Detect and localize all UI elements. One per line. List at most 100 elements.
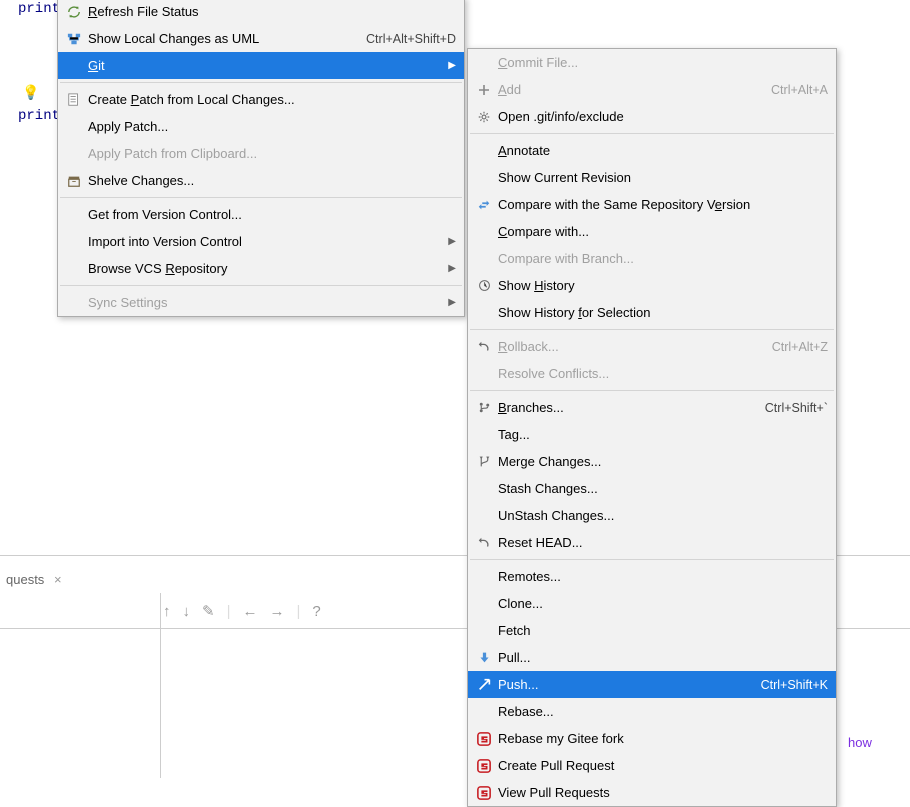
menu-item-label: Show History for Selection xyxy=(494,305,828,320)
menu-item-branches[interactable]: Branches...Ctrl+Shift+` xyxy=(468,394,836,421)
gear-icon xyxy=(474,110,494,124)
menu-item-label: Create Pull Request xyxy=(494,758,828,773)
menu-item-label: Clone... xyxy=(494,596,828,611)
menu-item-reset-head[interactable]: Reset HEAD... xyxy=(468,529,836,556)
menu-item-shelve-changes[interactable]: Shelve Changes... xyxy=(58,167,464,194)
submenu-arrow-icon: ▶ xyxy=(440,236,456,247)
menu-item-stash-changes[interactable]: Stash Changes... xyxy=(468,475,836,502)
menu-item-resolve-conflicts: Resolve Conflicts... xyxy=(468,360,836,387)
menu-item-label: Apply Patch from Clipboard... xyxy=(84,146,456,161)
menu-item-refresh-file-status[interactable]: Refresh File Status xyxy=(58,0,464,25)
menu-separator xyxy=(470,390,834,391)
menu-item-rebase[interactable]: Rebase... xyxy=(468,698,836,725)
menu-item-compare-with[interactable]: Compare with... xyxy=(468,218,836,245)
menu-item-compare-same-repo[interactable]: Compare with the Same Repository Version xyxy=(468,191,836,218)
menu-item-label: Refresh File Status xyxy=(84,4,456,19)
toolbar-right-icon[interactable]: → xyxy=(269,603,284,620)
menu-item-label: UnStash Changes... xyxy=(494,508,828,523)
tab-close-icon[interactable]: × xyxy=(54,572,62,587)
menu-item-view-pr[interactable]: View Pull Requests xyxy=(468,779,836,806)
menu-separator xyxy=(60,285,462,286)
menu-item-label: Open .git/info/exclude xyxy=(494,109,828,124)
plus-icon xyxy=(474,84,494,96)
gitee-icon xyxy=(474,759,494,773)
menu-item-label: Merge Changes... xyxy=(494,454,828,469)
bottom-toolbar: ↑ ↓ ✎ | ← → | ? xyxy=(163,593,321,629)
menu-item-fetch[interactable]: Fetch xyxy=(468,617,836,644)
menu-item-label: Apply Patch... xyxy=(84,119,456,134)
branch-icon xyxy=(474,401,494,414)
menu-item-show-current-revision[interactable]: Show Current Revision xyxy=(468,164,836,191)
menu-item-rebase-gitee[interactable]: Rebase my Gitee fork xyxy=(468,725,836,752)
menu-item-label: Rebase my Gitee fork xyxy=(494,731,828,746)
menu-item-show-history[interactable]: Show History xyxy=(468,272,836,299)
menu-item-label: Compare with the Same Repository Version xyxy=(494,197,828,212)
menu-item-label: Get from Version Control... xyxy=(84,207,456,222)
menu-item-label: Add xyxy=(494,82,761,97)
menu-item-label: Git xyxy=(84,58,440,73)
menu-item-label: Browse VCS Repository xyxy=(84,261,440,276)
menu-separator xyxy=(60,197,462,198)
menu-item-git[interactable]: Git▶ xyxy=(58,52,464,79)
toolbar-edit-icon[interactable]: ✎ xyxy=(202,602,215,620)
push-icon xyxy=(474,678,494,691)
toolbar-help-icon[interactable]: ? xyxy=(312,603,320,620)
vertical-splitter[interactable] xyxy=(160,593,161,778)
toolbar-separator: | xyxy=(227,603,231,620)
gitee-icon xyxy=(474,786,494,800)
menu-item-show-local-changes-uml[interactable]: Show Local Changes as UMLCtrl+Alt+Shift+… xyxy=(58,25,464,52)
menu-item-create-pr[interactable]: Create Pull Request xyxy=(468,752,836,779)
undo-icon xyxy=(474,340,494,354)
patch-icon xyxy=(64,93,84,107)
menu-item-browse-vcs-repo[interactable]: Browse VCS Repository▶ xyxy=(58,255,464,282)
menu-item-label: Show History xyxy=(494,278,828,293)
pull-icon xyxy=(474,651,494,664)
menu-item-annotate[interactable]: Annotate xyxy=(468,137,836,164)
menu-item-merge-changes[interactable]: Merge Changes... xyxy=(468,448,836,475)
submenu-arrow-icon: ▶ xyxy=(440,263,456,274)
menu-item-tag[interactable]: Tag... xyxy=(468,421,836,448)
menu-item-unstash-changes[interactable]: UnStash Changes... xyxy=(468,502,836,529)
menu-item-label: Fetch xyxy=(494,623,828,638)
uml-icon xyxy=(64,32,84,46)
menu-item-label: Sync Settings xyxy=(84,295,440,310)
code-line-2: print xyxy=(18,108,60,124)
tab-label: quests xyxy=(6,572,44,587)
menu-item-label: Pull... xyxy=(494,650,828,665)
menu-item-create-patch[interactable]: Create Patch from Local Changes... xyxy=(58,86,464,113)
merge-icon xyxy=(474,455,494,468)
toolbar-down-icon[interactable]: ↓ xyxy=(183,603,191,620)
menu-item-label: Compare with... xyxy=(494,224,828,239)
menu-item-label: Resolve Conflicts... xyxy=(494,366,828,381)
intention-bulb-icon[interactable]: 💡 xyxy=(22,84,39,101)
menu-item-push[interactable]: Push...Ctrl+Shift+K xyxy=(468,671,836,698)
clock-icon xyxy=(474,279,494,292)
menu-item-shortcut: Ctrl+Alt+Shift+D xyxy=(356,32,456,46)
menu-item-apply-patch-clipboard: Apply Patch from Clipboard... xyxy=(58,140,464,167)
pull-requests-tab[interactable]: quests × xyxy=(0,569,68,590)
menu-item-label: Show Local Changes as UML xyxy=(84,31,356,46)
shelve-icon xyxy=(64,174,84,188)
menu-item-label: Shelve Changes... xyxy=(84,173,456,188)
show-link[interactable]: how xyxy=(848,735,872,750)
menu-item-get-from-vc[interactable]: Get from Version Control... xyxy=(58,201,464,228)
menu-item-clone[interactable]: Clone... xyxy=(468,590,836,617)
menu-item-compare-with-branch: Compare with Branch... xyxy=(468,245,836,272)
menu-item-import-into-vc[interactable]: Import into Version Control▶ xyxy=(58,228,464,255)
menu-item-label: Stash Changes... xyxy=(494,481,828,496)
menu-item-label: Annotate xyxy=(494,143,828,158)
menu-item-pull[interactable]: Pull... xyxy=(468,644,836,671)
menu-item-label: Create Patch from Local Changes... xyxy=(84,92,456,107)
menu-item-label: Compare with Branch... xyxy=(494,251,828,266)
menu-item-shortcut: Ctrl+Shift+` xyxy=(755,401,828,415)
code-line-1: print xyxy=(18,1,60,17)
menu-item-add: AddCtrl+Alt+A xyxy=(468,76,836,103)
menu-item-open-git-exclude[interactable]: Open .git/info/exclude xyxy=(468,103,836,130)
menu-separator xyxy=(470,133,834,134)
menu-item-label: Branches... xyxy=(494,400,755,415)
toolbar-left-icon[interactable]: ← xyxy=(242,603,257,620)
menu-item-show-history-selection[interactable]: Show History for Selection xyxy=(468,299,836,326)
toolbar-up-icon[interactable]: ↑ xyxy=(163,603,171,620)
menu-item-apply-patch[interactable]: Apply Patch... xyxy=(58,113,464,140)
menu-item-remotes[interactable]: Remotes... xyxy=(468,563,836,590)
